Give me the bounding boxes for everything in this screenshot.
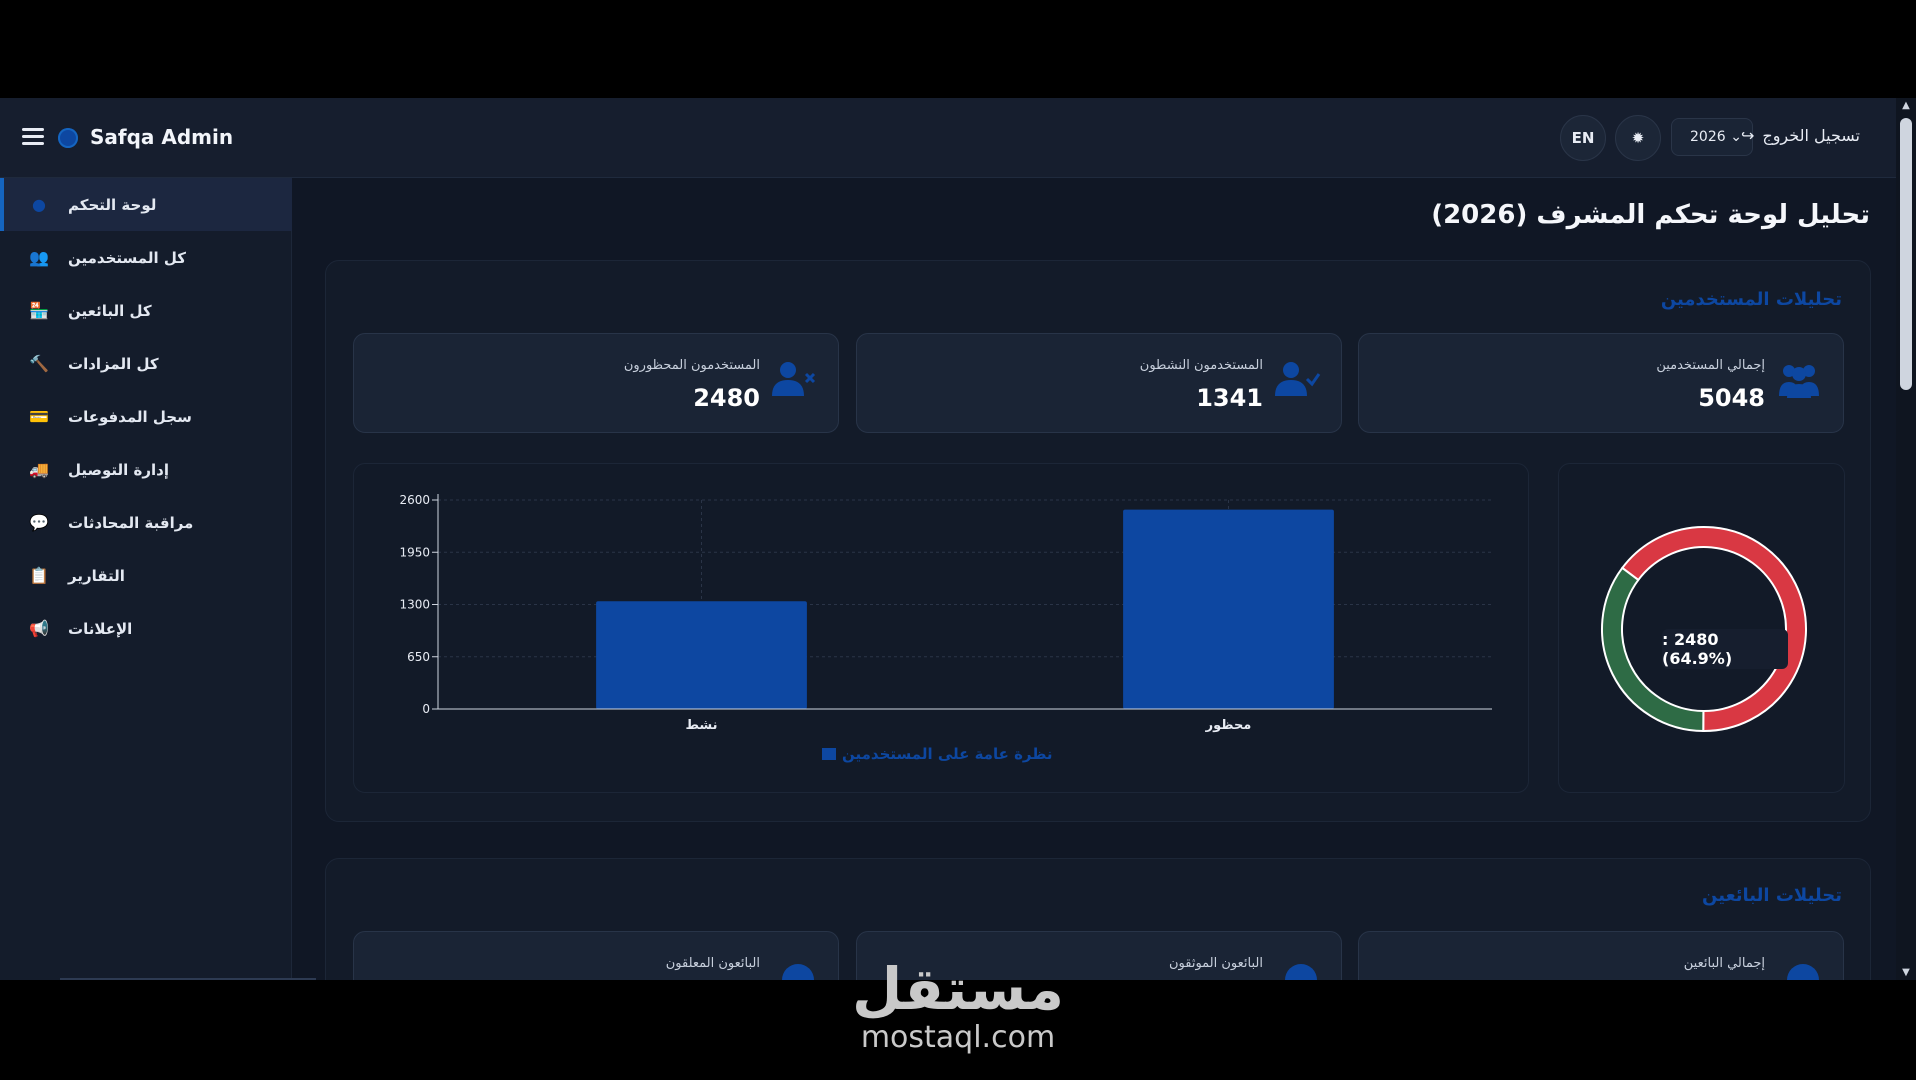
sidebar-item-label: مراقبة المحادثات xyxy=(68,513,194,532)
users-icon xyxy=(1775,360,1823,407)
y-tick-label: 2600 xyxy=(399,493,430,507)
users-analytics-panel: تحليلات المستخدمين المستخدمون المحظورون … xyxy=(325,260,1871,822)
sidebar-item-label: الإعلانات xyxy=(68,619,133,638)
sidebar-item-reports[interactable]: 📋 التقارير xyxy=(0,549,292,602)
donut-chart-tooltip: : 2480 (64.9%) xyxy=(1662,629,1788,669)
sidebar-item-label: كل البائعين xyxy=(68,301,152,320)
store-icon: 🏪 xyxy=(29,301,49,320)
x-tick-label: محظور xyxy=(1205,718,1252,733)
credit-card-icon: 💳 xyxy=(29,407,49,426)
legend-swatch xyxy=(822,748,836,760)
stat-value: 5048 xyxy=(1698,384,1765,412)
top-navbar: Safqa Admin EN ✹ 2026 ⌄ تسجيل الخروج ↪ xyxy=(0,98,1896,178)
bar xyxy=(596,601,807,709)
sidebar-item-chats[interactable]: 💬 مراقبة المحادثات xyxy=(0,496,292,549)
users-donut-chart-card xyxy=(1558,463,1845,793)
bar xyxy=(1123,509,1334,709)
panel-title: تحليلات المستخدمين xyxy=(1660,289,1842,310)
logout-button[interactable]: تسجيل الخروج ↪ xyxy=(1741,126,1860,145)
scrollbar-thumb[interactable] xyxy=(1900,118,1912,390)
scroll-up-icon[interactable]: ▲ xyxy=(1900,100,1912,111)
sidebar-item-users[interactable]: 👥 كل المستخدمين xyxy=(0,231,292,284)
users-bar-chart: 0 650 1300 1950 2600 نشط محظور نظرة عامة على ال… xyxy=(399,493,1492,763)
megaphone-icon: 📢 xyxy=(29,619,49,638)
y-tick-label: 1950 xyxy=(399,545,430,559)
stat-card-banned-users: المستخدمون المحظورون 2480 xyxy=(353,333,839,433)
y-tick-label: 650 xyxy=(407,650,430,664)
stat-label: المستخدمون المحظورون xyxy=(623,358,760,373)
sidebar-item-label: سجل المدفوعات xyxy=(68,407,192,426)
stat-card-total-users: إجمالي المستخدمين 5048 xyxy=(1358,333,1844,433)
sidebar-item-label: كل المزادات xyxy=(68,354,159,373)
stat-label: المستخدمون النشطون xyxy=(1139,358,1263,373)
stat-card-active-users: المستخدمون النشطون 1341 xyxy=(856,333,1342,433)
year-select-value: 2026 xyxy=(1690,129,1726,145)
stat-value: 2480 xyxy=(693,384,760,412)
sidebar-item-payments[interactable]: 💳 سجل المدفوعات xyxy=(0,390,292,443)
sidebar-item-auctions[interactable]: 🔨 كل المزادات xyxy=(0,337,292,390)
gavel-icon: 🔨 xyxy=(29,354,49,373)
sidebar-item-delivery[interactable]: 🚚 إدارة التوصيل xyxy=(0,443,292,496)
users-bar-chart-card: 0 650 1300 1950 2600 نشط محظور نظرة عامة على ال… xyxy=(353,463,1529,793)
brand-logo-icon xyxy=(58,128,78,148)
page-title: تحليل لوحة تحكم المشرف (2026) xyxy=(1431,200,1870,230)
theme-settings-icon[interactable]: ✹ xyxy=(1615,115,1661,161)
chat-icon: 💬 xyxy=(29,513,49,532)
menu-toggle-icon[interactable] xyxy=(22,128,44,146)
stat-label: إجمالي المستخدمين xyxy=(1656,358,1765,373)
sidebar-item-dashboard[interactable]: ● لوحة التحكم xyxy=(0,178,292,231)
app-window: Safqa Admin EN ✹ 2026 ⌄ تسجيل الخروج ↪ ●… xyxy=(0,98,1916,980)
sidebar-item-label: إدارة التوصيل xyxy=(68,460,170,479)
sidebar-item-sellers[interactable]: 🏪 كل البائعين xyxy=(0,284,292,337)
y-tick-label: 1300 xyxy=(399,598,430,612)
y-tick-label: 0 xyxy=(422,702,430,716)
x-tick-label: نشط xyxy=(685,718,717,733)
panel-title: تحليلات البائعين xyxy=(1702,885,1842,906)
main-content: تحليل لوحة تحكم المشرف (2026) تحليلات ال… xyxy=(292,178,1896,980)
logout-icon: ↪ xyxy=(1740,126,1755,145)
users-icon: 👥 xyxy=(29,248,49,267)
legend-label: نظرة عامة على المستخدمين xyxy=(842,745,1053,763)
page-scrollbar[interactable]: ▲ ▼ xyxy=(1896,98,1916,980)
logout-label: تسجيل الخروج xyxy=(1762,126,1860,145)
sidebar-item-ads[interactable]: 📢 الإعلانات xyxy=(0,602,292,655)
watermark-url: mostaql.com xyxy=(860,1020,1056,1055)
watermark-logo: مستقل xyxy=(851,955,1065,1023)
stat-value: 1341 xyxy=(1196,384,1263,412)
sidebar: ● لوحة التحكم 👥 كل المستخدمين 🏪 كل البائ… xyxy=(0,178,316,980)
sidebar-item-label: لوحة التحكم xyxy=(68,195,157,214)
truck-icon: 🚚 xyxy=(29,460,49,479)
user-block-icon xyxy=(770,360,818,407)
sidebar-item-label: التقارير xyxy=(68,566,125,585)
user-check-icon xyxy=(1273,360,1321,407)
language-toggle-button[interactable]: EN xyxy=(1560,115,1606,161)
dashboard-icon: ● xyxy=(32,195,46,214)
sidebar-item-label: كل المستخدمين xyxy=(68,248,186,267)
brand-name[interactable]: Safqa Admin xyxy=(90,125,233,149)
clipboard-icon: 📋 xyxy=(29,566,49,585)
